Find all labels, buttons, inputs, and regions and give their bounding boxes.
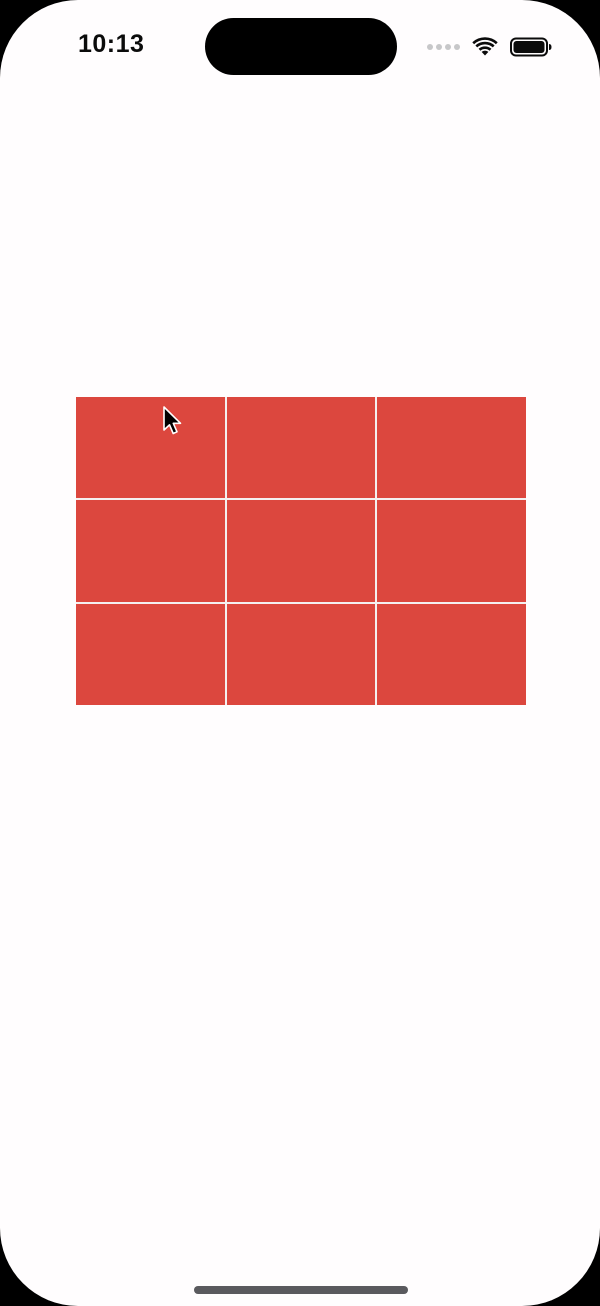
grid-cell-r3c3[interactable]	[377, 603, 526, 705]
status-time: 10:13	[78, 30, 145, 58]
wifi-icon	[472, 37, 498, 57]
status-indicators	[427, 36, 552, 58]
dynamic-island	[205, 18, 397, 75]
status-bar: 10:13	[0, 0, 600, 96]
device-frame: 10:13	[0, 0, 600, 1306]
grid-cell-r3c2[interactable]	[226, 603, 376, 705]
screen: 10:13	[0, 0, 600, 1306]
signal-dots-icon	[427, 44, 460, 50]
grid-cell-r2c3[interactable]	[377, 500, 526, 602]
grid-cell-r1c2[interactable]	[226, 397, 376, 499]
cell-grid	[76, 397, 526, 705]
battery-icon	[510, 37, 552, 57]
grid-cell-r1c1[interactable]	[76, 397, 225, 499]
home-indicator[interactable]	[194, 1286, 408, 1294]
grid-cell-r1c3[interactable]	[377, 397, 526, 499]
grid-cell-r3c1[interactable]	[76, 603, 225, 705]
mouse-pointer-icon	[162, 406, 184, 436]
grid-cell-r2c1[interactable]	[76, 500, 225, 602]
grid-cell-r2c2[interactable]	[226, 500, 376, 602]
